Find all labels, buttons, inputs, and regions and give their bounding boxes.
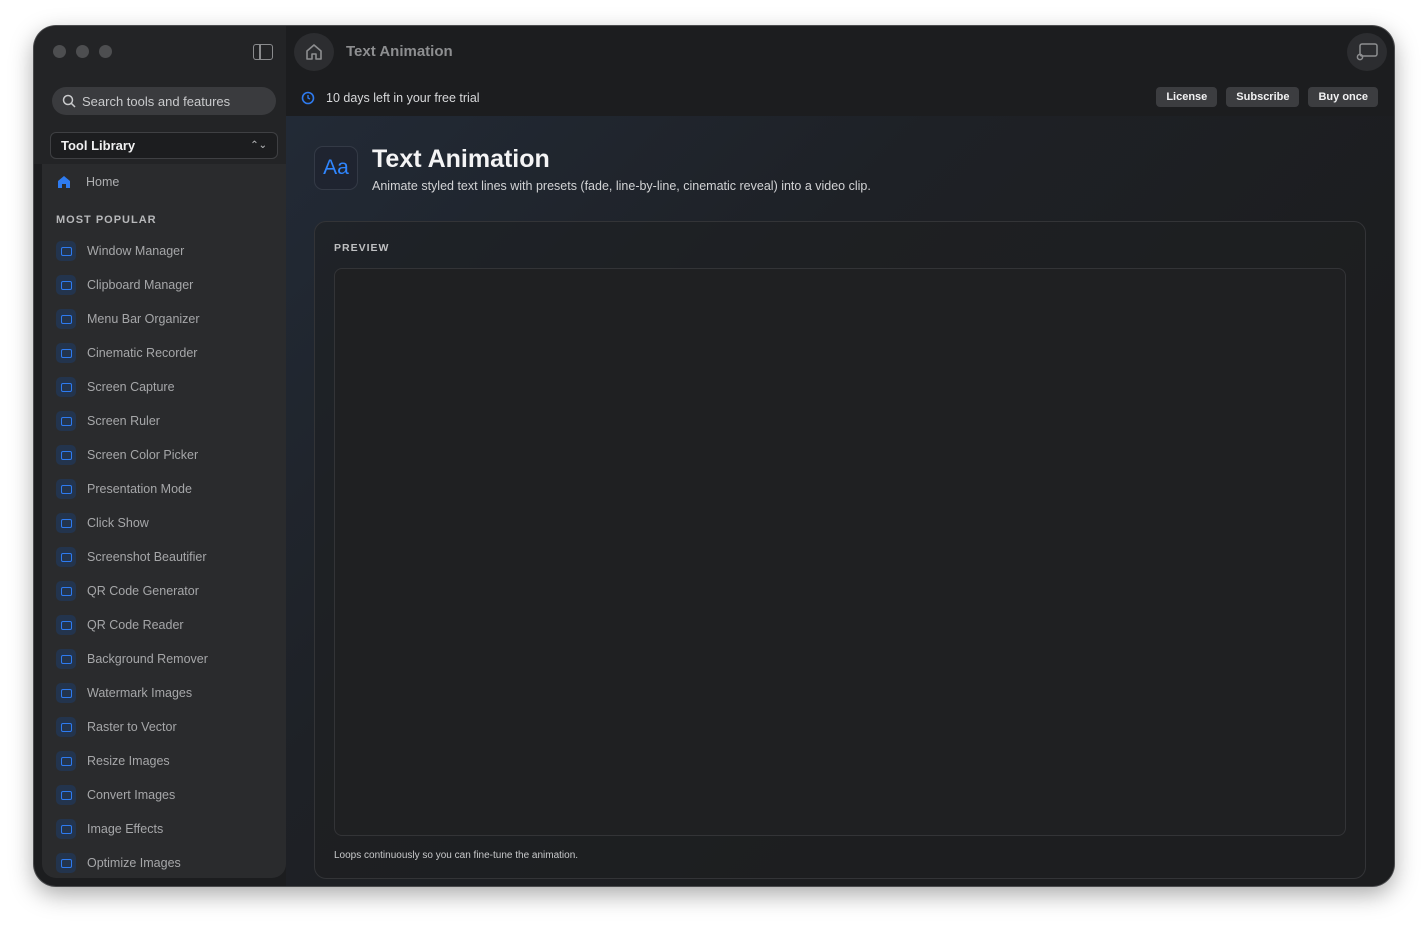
sidebar-item-resize-images[interactable]: Resize Images — [56, 744, 208, 778]
sidebar-item-image-effects[interactable]: Image Effects — [56, 812, 208, 846]
zoom-window-button[interactable] — [99, 45, 112, 58]
chevron-updown-icon: ⌃⌄ — [250, 140, 267, 151]
sidebar-item-label: Optimize Images — [87, 856, 181, 870]
sidebar-item-label: Raster to Vector — [87, 720, 177, 734]
sidebar-item-click-show[interactable]: Click Show — [56, 506, 208, 540]
sidebar-item-label: Image Effects — [87, 822, 164, 836]
tool-library-select[interactable]: Tool Library ⌃⌄ — [50, 132, 278, 159]
home-button[interactable] — [294, 33, 334, 71]
tool-icon — [56, 411, 76, 431]
sidebar-item-label: Screen Ruler — [87, 414, 160, 428]
sidebar-item-label: Screenshot Beautifier — [87, 550, 207, 564]
sidebar-item-screen-color-picker[interactable]: Screen Color Picker — [56, 438, 208, 472]
sidebar-item-presentation-mode[interactable]: Presentation Mode — [56, 472, 208, 506]
tool-icon — [56, 479, 76, 499]
preview-canvas — [334, 268, 1346, 836]
sidebar-item-screenshot-beautifier[interactable]: Screenshot Beautifier — [56, 540, 208, 574]
sidebar-item-label: Click Show — [87, 516, 149, 530]
sidebar-item-label: Presentation Mode — [87, 482, 192, 496]
tool-icon — [56, 377, 76, 397]
tool-icon — [56, 547, 76, 567]
tool-icon — [56, 615, 76, 635]
tool-icon — [56, 717, 76, 737]
purchase-buttons: License Subscribe Buy once — [1156, 87, 1378, 107]
sidebar-item-home[interactable]: Home — [52, 169, 119, 195]
subscribe-button[interactable]: Subscribe — [1226, 87, 1300, 107]
sidebar-item-label: Background Remover — [87, 652, 208, 666]
house-icon — [52, 172, 76, 192]
tool-icon — [56, 513, 76, 533]
screen-share-button[interactable] — [1347, 33, 1387, 71]
window-title: Text Animation — [346, 43, 453, 60]
sidebar-item-label: Screen Color Picker — [87, 448, 199, 462]
tool-icon — [56, 309, 76, 329]
preview-panel: PREVIEW Loops continuously so you can fi… — [314, 221, 1366, 879]
tool-icon — [56, 343, 76, 363]
license-button[interactable]: License — [1156, 87, 1218, 107]
tool-icon — [56, 581, 76, 601]
sidebar-item-cinematic-recorder[interactable]: Cinematic Recorder — [56, 336, 208, 370]
sidebar-item-qr-code-reader[interactable]: QR Code Reader — [56, 608, 208, 642]
tool-icon — [56, 275, 76, 295]
close-window-button[interactable] — [53, 45, 66, 58]
buy-once-button[interactable]: Buy once — [1308, 87, 1378, 107]
sidebar-item-screen-capture[interactable]: Screen Capture — [56, 370, 208, 404]
sidebar-item-label: Window Manager — [87, 244, 185, 258]
sidebar-item-clipboard-manager[interactable]: Clipboard Manager — [56, 268, 208, 302]
page-subtitle: Animate styled text lines with presets (… — [372, 179, 871, 193]
sidebar-item-background-remover[interactable]: Background Remover — [56, 642, 208, 676]
sidebar-item-qr-code-generator[interactable]: QR Code Generator — [56, 574, 208, 608]
sidebar-item-label: QR Code Reader — [87, 618, 184, 632]
section-label-most-popular: MOST POPULAR — [56, 214, 157, 226]
sidebar-item-label: QR Code Generator — [87, 584, 199, 598]
sidebar-item-label: Clipboard Manager — [87, 278, 194, 292]
page-title: Text Animation — [372, 145, 550, 173]
sidebar-item-label: Menu Bar Organizer — [87, 312, 200, 326]
house-icon — [306, 44, 322, 60]
preview-label: PREVIEW — [334, 242, 390, 254]
main-content: Aa Text Animation Animate styled text li… — [286, 116, 1394, 886]
sidebar-item-label: Cinematic Recorder — [87, 346, 198, 360]
sidebar-item-label: Home — [86, 175, 120, 189]
minimize-window-button[interactable] — [76, 45, 89, 58]
trial-text: 10 days left in your free trial — [326, 91, 480, 105]
tool-icon — [56, 649, 76, 669]
tool-icon — [56, 751, 76, 771]
sidebar-item-menu-bar-organizer[interactable]: Menu Bar Organizer — [56, 302, 208, 336]
sidebar-item-window-manager[interactable]: Window Manager — [56, 234, 208, 268]
sidebar-item-label: Convert Images — [87, 788, 176, 802]
tool-icon — [56, 683, 76, 703]
search-icon — [62, 94, 76, 108]
sidebar-item-label: Resize Images — [87, 754, 170, 768]
window-controls — [53, 45, 112, 58]
app-window: Search tools and features Tool Library ⌃… — [34, 26, 1394, 886]
tool-icon — [56, 445, 76, 465]
trial-status: 10 days left in your free trial — [301, 91, 480, 105]
tool-library-label: Tool Library — [61, 138, 136, 153]
screen-share-icon — [1356, 43, 1378, 61]
tool-icon — [56, 853, 76, 873]
sidebar-item-screen-ruler[interactable]: Screen Ruler — [56, 404, 208, 438]
tool-icon — [56, 819, 76, 839]
sidebar-item-watermark-images[interactable]: Watermark Images — [56, 676, 208, 710]
tool-icon — [56, 785, 76, 805]
preview-note: Loops continuously so you can fine-tune … — [334, 850, 579, 861]
sidebar-item-convert-images[interactable]: Convert Images — [56, 778, 208, 812]
search-placeholder: Search tools and features — [82, 93, 231, 109]
sidebar-item-label: Screen Capture — [87, 380, 175, 394]
text-animation-icon: Aa — [314, 146, 358, 190]
sidebar-toggle-icon[interactable] — [253, 44, 273, 60]
trial-bar: 10 days left in your free trial License … — [286, 82, 1394, 117]
sidebar-item-label: Watermark Images — [87, 686, 193, 700]
search-input[interactable]: Search tools and features — [52, 87, 276, 115]
sidebar-nav-list: Window Manager Clipboard Manager Menu Bar … — [56, 234, 208, 880]
tool-icon — [56, 241, 76, 261]
clock-icon — [301, 91, 315, 105]
sidebar-item-optimize-images[interactable]: Optimize Images — [56, 846, 208, 880]
sidebar-item-raster-to-vector[interactable]: Raster to Vector — [56, 710, 208, 744]
